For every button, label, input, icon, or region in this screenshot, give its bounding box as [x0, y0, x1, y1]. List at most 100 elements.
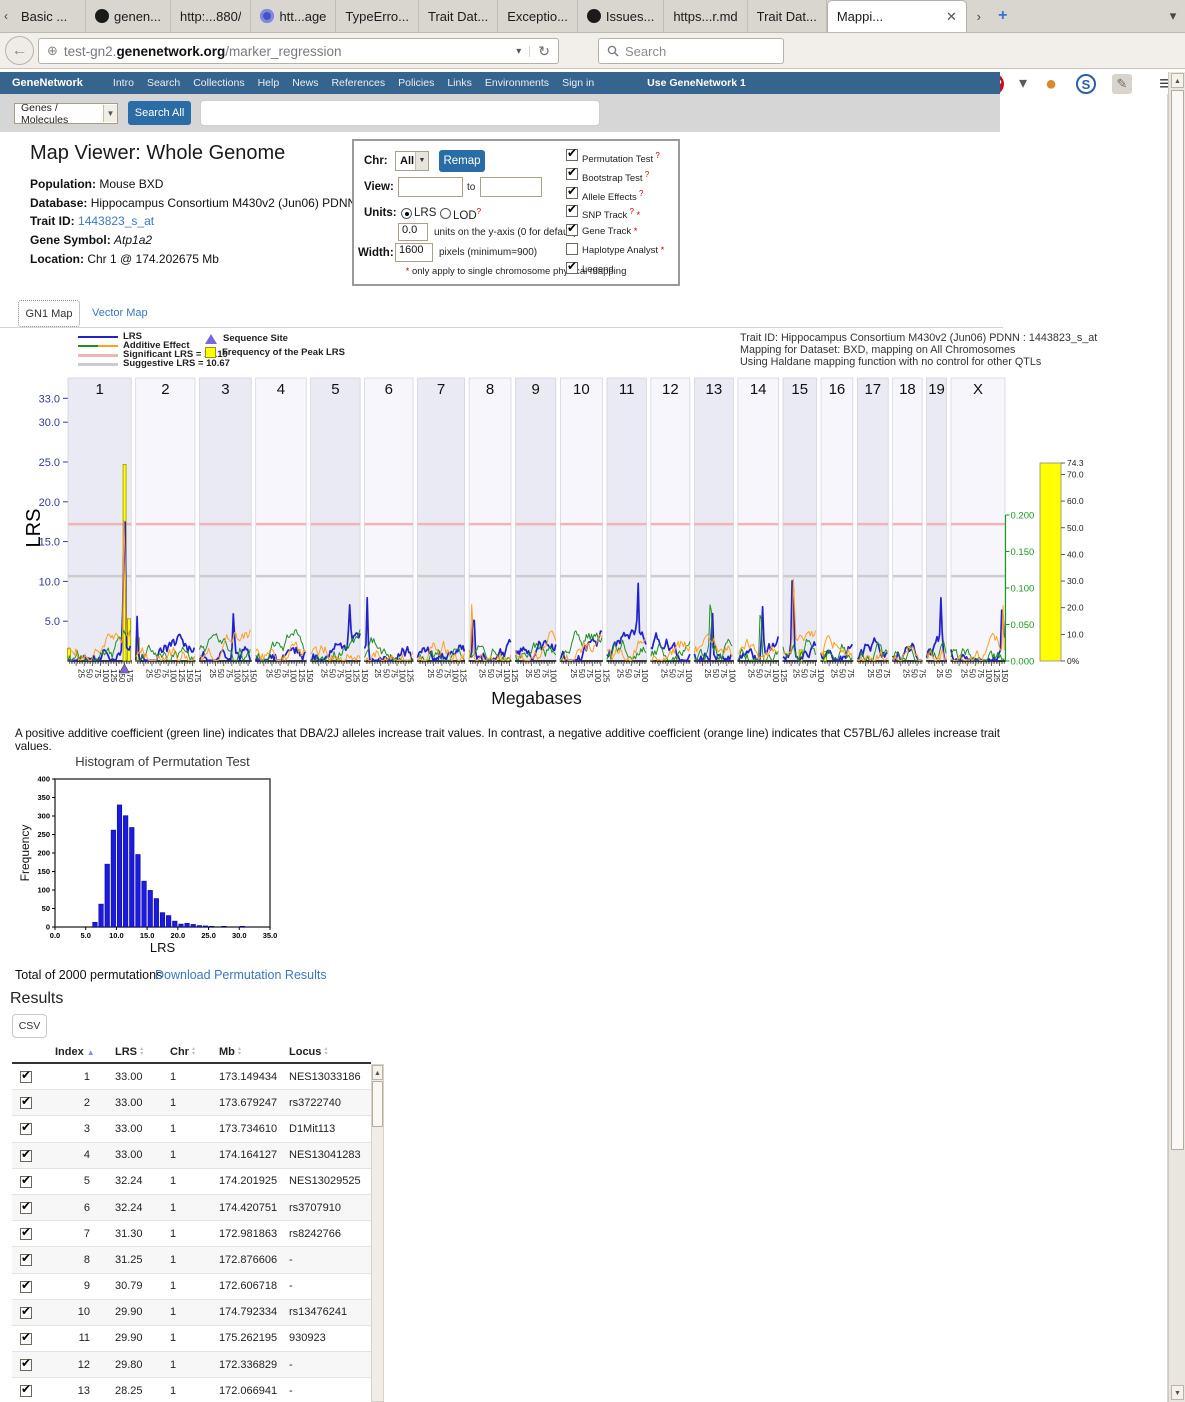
chr-select-caret-icon[interactable]: ▼ — [415, 152, 428, 170]
search-category-select[interactable]: Genes / Molecules ▼ — [14, 103, 118, 124]
view-start-input[interactable] — [398, 177, 463, 197]
page-scrollbar[interactable]: ▲ ▼ — [1168, 72, 1185, 1402]
page-scrollbar-thumb[interactable] — [1171, 90, 1184, 1150]
table-scroll-up-icon[interactable]: ▲ — [372, 1065, 383, 1080]
column-header-locus[interactable]: Locus ▴▾ — [289, 1046, 327, 1058]
chr-select[interactable]: All ▼ — [395, 151, 429, 171]
browser-tab-8[interactable]: https...r.md — [664, 0, 747, 32]
genenetwork-brand[interactable]: GeneNetwork — [12, 77, 83, 89]
units-lrs-radio[interactable] — [401, 208, 412, 219]
download-permutation-link[interactable]: Download Permutation Results — [155, 968, 327, 982]
url-dropdown-caret-icon[interactable]: ▾ — [508, 46, 530, 57]
nav-link-help[interactable]: Help — [258, 77, 280, 89]
s-addon-icon[interactable]: S — [1076, 74, 1096, 94]
browser-tab-1[interactable]: genen... — [86, 0, 171, 32]
new-tab-icon[interactable]: + — [991, 0, 1015, 32]
row-checkbox[interactable] — [20, 1254, 32, 1266]
nav-link-environments[interactable]: Environments — [485, 77, 549, 89]
nav-link-collections[interactable]: Collections — [193, 77, 244, 89]
nav-link-intro[interactable]: Intro — [113, 77, 134, 89]
browser-tab-0[interactable]: Basic ... — [12, 0, 86, 32]
browser-tab-5[interactable]: Trait Dat... — [419, 0, 498, 32]
nav-link-sign-in[interactable]: Sign in — [562, 77, 594, 89]
checkbox-permutation-test[interactable] — [566, 149, 578, 161]
peak-frequency-bar — [127, 619, 130, 661]
browser-tab-2[interactable]: http:...880/ — [171, 0, 251, 32]
row-checkbox[interactable] — [20, 1228, 32, 1240]
browser-tab-4[interactable]: TypeErro... — [336, 0, 419, 32]
column-header-lrs[interactable]: LRS ▴▾ — [115, 1046, 143, 1058]
tab-label: Exceptio... — [507, 9, 568, 24]
browser-tab-10[interactable]: Mappi...✕ — [827, 0, 967, 32]
svg-text:30.0: 30.0 — [39, 417, 60, 429]
row-checkbox[interactable] — [20, 1071, 32, 1083]
cell-index: 3 — [52, 1123, 90, 1135]
row-checkbox[interactable] — [20, 1097, 32, 1109]
browser-tab-7[interactable]: Issues... — [578, 0, 664, 32]
histogram-bar — [160, 913, 165, 927]
tab-scroll-left-icon[interactable]: ‹ — [0, 0, 12, 32]
row-checkbox[interactable] — [20, 1150, 32, 1162]
checkbox-label: Allele Effects ? — [582, 187, 643, 203]
tab-vector-map[interactable]: Vector Map — [92, 307, 148, 319]
column-header-mb[interactable]: Mb ▴▾ — [219, 1046, 241, 1058]
tab-close-icon[interactable]: ✕ — [946, 9, 957, 25]
row-checkbox[interactable] — [20, 1123, 32, 1135]
browser-tab-3[interactable]: htt...age — [251, 0, 336, 32]
site-search-input[interactable] — [200, 100, 600, 126]
nav-link-search[interactable]: Search — [147, 77, 180, 89]
site-identity-icon[interactable]: ⊕ — [39, 43, 64, 59]
table-scrollbar-thumb[interactable] — [372, 1081, 383, 1127]
checkbox-bootstrap-test[interactable] — [566, 168, 578, 180]
cell-mb: 173.149434 — [219, 1071, 277, 1083]
select-caret-icon[interactable]: ▼ — [103, 105, 117, 122]
browser-search-field[interactable]: Search — [598, 38, 784, 64]
nav-link-references[interactable]: References — [331, 77, 385, 89]
trait-id-link[interactable]: 1443823_s_at — [78, 214, 154, 228]
browser-tab-9[interactable]: Trait Dat... — [748, 0, 827, 32]
row-checkbox[interactable] — [20, 1176, 32, 1188]
row-checkbox[interactable] — [20, 1333, 32, 1345]
tab-scroll-right-icon[interactable]: › — [967, 0, 991, 32]
histogram-bar — [240, 926, 245, 927]
row-checkbox[interactable] — [20, 1281, 32, 1293]
checkbox-haplotype-analyst[interactable] — [566, 243, 578, 255]
browser-tab-6[interactable]: Exceptio... — [498, 0, 578, 32]
edit-addon-icon[interactable]: ✎ — [1112, 74, 1132, 94]
column-header-chr[interactable]: Chr ▴▾ — [170, 1046, 195, 1058]
view-end-input[interactable] — [480, 177, 542, 197]
units-lod-radio[interactable] — [440, 208, 451, 219]
row-checkbox[interactable] — [20, 1385, 32, 1397]
checkbox-gene-track[interactable] — [566, 224, 578, 236]
y-units-input[interactable]: 0.0 — [398, 223, 428, 241]
search-all-button[interactable]: Search All — [128, 101, 191, 125]
addon-icon[interactable]: ● — [1038, 71, 1064, 97]
back-button[interactable]: ← — [5, 36, 34, 65]
nav-link-links[interactable]: Links — [447, 77, 472, 89]
page-scroll-down-icon[interactable]: ▼ — [1171, 1385, 1184, 1400]
url-bar[interactable]: ⊕ test-gn2.genenetwork.org/marker_regres… — [38, 38, 559, 64]
checkbox-allele-effects[interactable] — [566, 187, 578, 199]
cell-index: 5 — [52, 1175, 90, 1187]
row-checkbox[interactable] — [20, 1307, 32, 1319]
tab-list-caret-icon[interactable]: ▾ — [1161, 0, 1185, 32]
column-header-index[interactable]: Index ▲ — [55, 1046, 95, 1058]
nav-link-news[interactable]: News — [292, 77, 318, 89]
row-checkbox[interactable] — [20, 1202, 32, 1214]
width-input[interactable]: 1600 — [395, 243, 433, 262]
checkbox-snp-track[interactable] — [566, 205, 578, 217]
tab-gn1-map[interactable]: GN1 Map — [18, 300, 80, 327]
remap-button[interactable]: Remap — [439, 150, 485, 172]
location-value: Chr 1 @ 174.202675 Mb — [87, 252, 219, 266]
use-genenetwork1-link[interactable]: Use GeneNetwork 1 — [647, 77, 746, 89]
histogram-bar — [136, 854, 141, 927]
nav-link-policies[interactable]: Policies — [398, 77, 434, 89]
csv-button[interactable]: CSV — [12, 1014, 47, 1038]
checkbox-legend[interactable] — [566, 262, 578, 274]
row-checkbox[interactable] — [20, 1359, 32, 1371]
reload-icon[interactable]: ↻ — [530, 43, 558, 60]
cell-chr: 1 — [170, 1175, 176, 1187]
page-scroll-up-icon[interactable]: ▲ — [1171, 73, 1184, 88]
results-table-scrollbar[interactable]: ▲ — [371, 1064, 384, 1402]
abp-caret-icon[interactable]: ▾ — [1010, 71, 1036, 97]
